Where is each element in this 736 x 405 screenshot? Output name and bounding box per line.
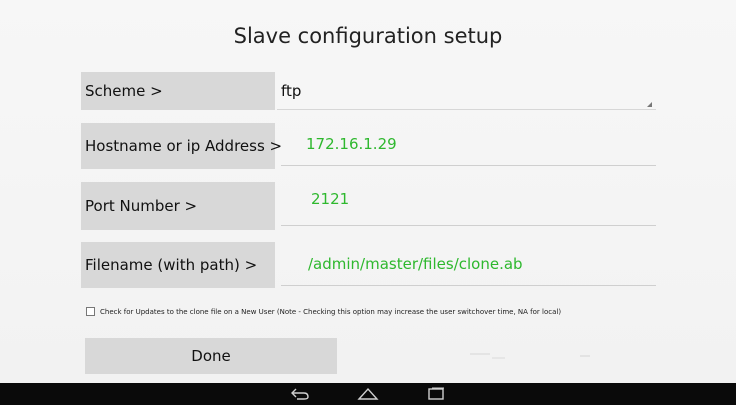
page-title: Slave configuration setup	[233, 24, 503, 48]
port-input[interactable]: 2121	[281, 182, 656, 226]
filename-input[interactable]: /admin/master/files/clone.ab	[281, 242, 656, 286]
hostname-label-box: Hostname or ip Address >	[81, 123, 282, 169]
dropdown-arrow-icon	[647, 102, 652, 107]
done-button[interactable]: Done	[85, 338, 337, 374]
home-icon[interactable]	[357, 386, 379, 402]
filename-label-box: Filename (with path) >	[81, 242, 275, 288]
check-updates-checkbox[interactable]	[86, 307, 95, 316]
hostname-value: 172.16.1.29	[306, 135, 397, 153]
recent-apps-icon[interactable]	[425, 386, 447, 402]
settings-screen: Slave configuration setup Scheme > ftp H…	[0, 0, 736, 383]
filename-label: Filename (with path) >	[85, 256, 258, 274]
port-label-box: Port Number >	[81, 182, 275, 230]
check-updates-label: Check for Updates to the clone file on a…	[100, 307, 562, 316]
screen-artifact-marks	[470, 353, 590, 359]
scheme-select[interactable]: ftp	[277, 72, 656, 110]
done-button-label: Done	[191, 347, 231, 365]
scheme-label: Scheme >	[85, 82, 163, 100]
check-updates-option[interactable]: Check for Updates to the clone file on a…	[86, 307, 561, 316]
scheme-value: ftp	[281, 81, 302, 100]
scheme-label-box: Scheme >	[81, 72, 275, 110]
navigation-bar	[0, 383, 736, 405]
back-icon[interactable]	[289, 386, 311, 402]
hostname-label: Hostname or ip Address >	[85, 137, 283, 155]
filename-value: /admin/master/files/clone.ab	[308, 254, 523, 273]
port-value: 2121	[311, 190, 350, 208]
port-label: Port Number >	[85, 197, 198, 215]
hostname-input[interactable]: 172.16.1.29	[281, 123, 656, 166]
